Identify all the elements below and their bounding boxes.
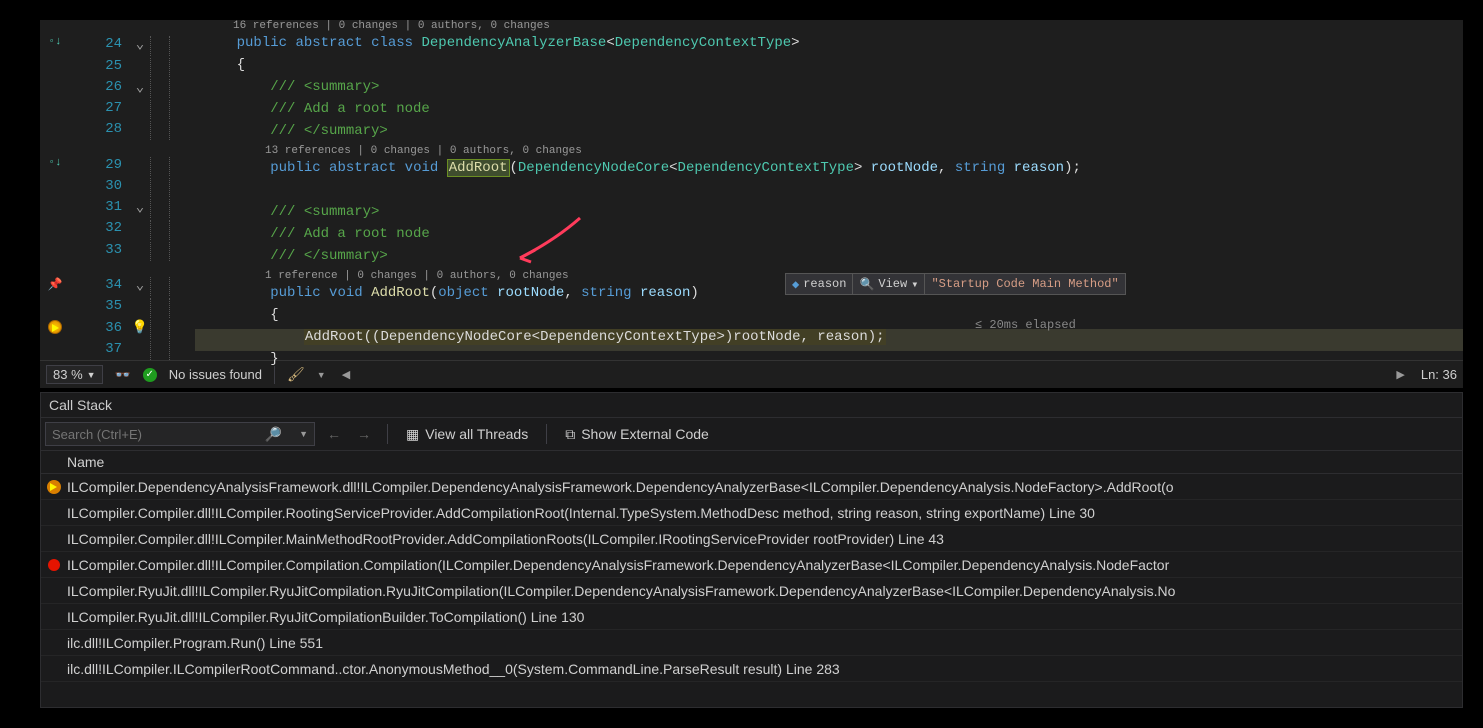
fold-toggle[interactable]: ⌄: [130, 79, 150, 96]
lightbulb-icon[interactable]: 💡: [132, 320, 148, 335]
status-icon[interactable]: 👓: [115, 367, 131, 383]
line-number: 32: [70, 220, 130, 236]
line-number: 25: [70, 58, 130, 74]
method-name-highlight: AddRoot: [447, 159, 510, 177]
line-number: 31: [70, 199, 130, 215]
fold-toggle[interactable]: ⌄: [130, 199, 150, 216]
implements-glyph[interactable]: ◦↓: [48, 157, 61, 169]
datatip-value: "Startup Code Main Method": [931, 277, 1118, 291]
stack-frame[interactable]: ILCompiler.Compiler.dll!ILCompiler.Rooti…: [41, 500, 1462, 526]
stack-frame-text: ILCompiler.Compiler.dll!ILCompiler.Compi…: [63, 557, 1169, 573]
code-area[interactable]: ◦↓ 24 ⌄ 25 26⌄ 27 28 ◦↓ 29 3: [40, 20, 1463, 360]
current-statement-glyph[interactable]: [48, 320, 62, 334]
perf-tip[interactable]: ≤ 20ms elapsed: [975, 318, 1076, 332]
line-number: 35: [70, 298, 130, 314]
line-number: 27: [70, 100, 130, 116]
search-icon[interactable]: 🔍: [859, 277, 874, 292]
stack-frame-text: ILCompiler.RyuJit.dll!ILCompiler.RyuJitC…: [63, 583, 1175, 599]
line-number: 34: [70, 277, 130, 293]
chevron-down-icon[interactable]: ▼: [299, 429, 308, 439]
threads-icon: ▦: [406, 426, 419, 443]
stack-frame-text: ILCompiler.RyuJit.dll!ILCompiler.RyuJitC…: [63, 609, 584, 625]
fold-toggle[interactable]: ⌄: [130, 36, 150, 53]
zoom-level[interactable]: 83 %▼: [46, 365, 103, 384]
stack-frame[interactable]: ilc.dll!ILCompiler.Program.Run() Line 55…: [41, 630, 1462, 656]
call-stack-toolbar: 🔎 ▼ ← → ▦View all Threads ⧉Show External…: [41, 418, 1462, 451]
line-number: 28: [70, 121, 130, 137]
view-all-threads-button[interactable]: ▦View all Threads: [400, 424, 534, 445]
stack-frame[interactable]: ILCompiler.RyuJit.dll!ILCompiler.RyuJitC…: [41, 604, 1462, 630]
current-frame-glyph: [47, 480, 61, 494]
line-number: 33: [70, 242, 130, 258]
chevron-down-icon[interactable]: ▾: [911, 277, 918, 292]
stack-frame[interactable]: ilc.dll!ILCompiler.ILCompilerRootCommand…: [41, 656, 1462, 682]
call-stack-search[interactable]: 🔎 ▼: [45, 422, 315, 446]
codelens[interactable]: 13 references | 0 changes | 0 authors, 0…: [195, 145, 1463, 160]
line-number: 37: [70, 341, 130, 357]
fold-toggle[interactable]: ⌄: [130, 277, 150, 294]
nav-back-icon[interactable]: ←: [323, 426, 345, 442]
external-code-icon: ⧉: [565, 426, 575, 443]
stack-frame-text: ilc.dll!ILCompiler.Program.Run() Line 55…: [63, 635, 323, 651]
stack-frame-text: ILCompiler.Compiler.dll!ILCompiler.MainM…: [63, 531, 944, 547]
pin-glyph[interactable]: 📌: [48, 277, 63, 292]
stack-frame-text: ILCompiler.DependencyAnalysisFramework.d…: [63, 479, 1174, 495]
code-text[interactable]: 16 references | 0 changes | 0 authors, 0…: [195, 20, 1463, 360]
line-number: 36: [70, 320, 130, 336]
search-input[interactable]: [52, 427, 252, 442]
datatip-view[interactable]: View: [878, 277, 907, 291]
call-stack-rows: ILCompiler.DependencyAnalysisFramework.d…: [41, 474, 1462, 707]
stack-frame[interactable]: ILCompiler.DependencyAnalysisFramework.d…: [41, 474, 1462, 500]
field-icon: ◆: [792, 277, 799, 292]
stack-frame-text: ilc.dll!ILCompiler.ILCompilerRootCommand…: [63, 661, 840, 677]
datatip-name: reason: [803, 277, 846, 291]
line-number: 29: [70, 157, 130, 173]
gutter: ◦↓ 24 ⌄ 25 26⌄ 27 28 ◦↓ 29 3: [40, 20, 195, 360]
show-external-code-button[interactable]: ⧉Show External Code: [559, 424, 715, 445]
codelens[interactable]: 16 references | 0 changes | 0 authors, 0…: [195, 20, 1463, 35]
current-execution-line: AddRoot((DependencyNodeCore<DependencyCo…: [195, 329, 1463, 351]
stack-frame[interactable]: ILCompiler.Compiler.dll!ILCompiler.Compi…: [41, 552, 1462, 578]
line-number: 26: [70, 79, 130, 95]
debugger-datatip[interactable]: ◆ reason 🔍 View ▾ "Startup Code Main Method…: [785, 273, 1126, 295]
call-stack-window: Call Stack 🔎 ▼ ← → ▦View all Threads ⧉Sh…: [40, 392, 1463, 708]
stack-frame[interactable]: ILCompiler.Compiler.dll!ILCompiler.MainM…: [41, 526, 1462, 552]
code-editor-pane: ◦↓ 24 ⌄ 25 26⌄ 27 28 ◦↓ 29 3: [40, 20, 1463, 388]
no-issues-icon: ✓: [143, 368, 157, 382]
nav-forward-icon[interactable]: →: [353, 426, 375, 442]
breakpoint-glyph[interactable]: [48, 559, 60, 571]
line-number: 24: [70, 36, 130, 52]
line-number: 30: [70, 178, 130, 194]
implements-glyph[interactable]: ◦↓: [48, 36, 61, 48]
stack-frame[interactable]: ILCompiler.RyuJit.dll!ILCompiler.RyuJitC…: [41, 578, 1462, 604]
search-icon[interactable]: 🔎: [265, 426, 282, 443]
panel-title: Call Stack: [41, 393, 1462, 418]
stack-frame-text: ILCompiler.Compiler.dll!ILCompiler.Rooti…: [63, 505, 1095, 521]
column-header-name[interactable]: Name: [41, 451, 1462, 474]
chevron-down-icon[interactable]: ▼: [87, 370, 96, 380]
